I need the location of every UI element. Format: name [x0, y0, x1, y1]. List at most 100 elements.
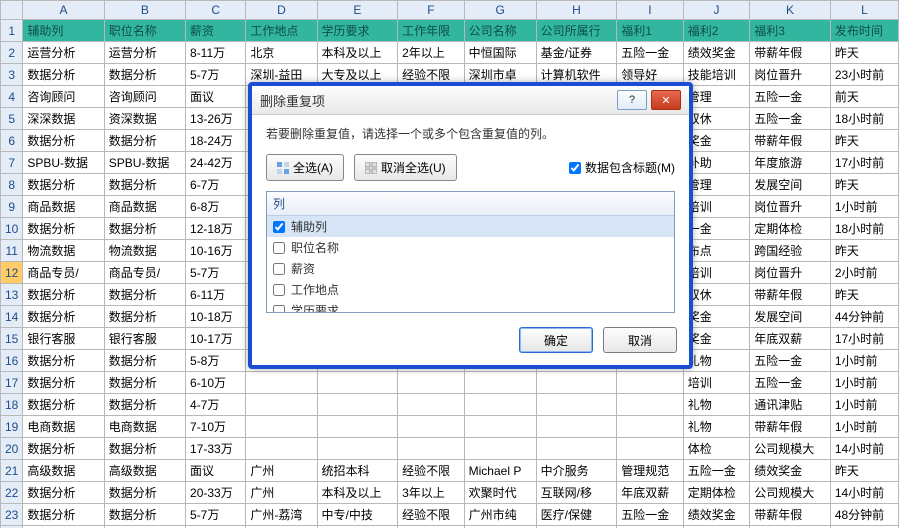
cell[interactable]: 双休	[683, 108, 750, 130]
row-header[interactable]: 1	[1, 20, 23, 42]
cell[interactable]: 绩效奖金	[683, 504, 750, 526]
cell[interactable]: 1小时前	[830, 372, 898, 394]
row-header[interactable]: 18	[1, 394, 23, 416]
cell[interactable]: 1小时前	[830, 416, 898, 438]
cell[interactable]: SPBU-数据	[104, 152, 185, 174]
cell[interactable]: 商品专员/	[23, 262, 104, 284]
cell[interactable]: 岗位晋升	[750, 262, 831, 284]
cell[interactable]: 数据分析	[104, 394, 185, 416]
cell[interactable]: 本科及以上	[317, 482, 398, 504]
cell[interactable]: 数据分析	[104, 64, 185, 86]
column-option-checkbox[interactable]	[273, 263, 285, 275]
data-has-header-input[interactable]	[569, 162, 581, 174]
cell[interactable]: 数据分析	[23, 482, 104, 504]
column-option[interactable]: 工作地点	[267, 279, 674, 300]
cell[interactable]: 昨天	[830, 174, 898, 196]
cell[interactable]: SPBU-数据	[23, 152, 104, 174]
cell[interactable]: 基金/证券	[536, 42, 617, 64]
cell[interactable]: 欢聚时代	[464, 482, 536, 504]
cell[interactable]: 带薪年假	[750, 504, 831, 526]
cell[interactable]: 面议	[186, 86, 246, 108]
cell[interactable]: 银行客服	[23, 328, 104, 350]
help-button[interactable]: ?	[617, 90, 647, 110]
column-header[interactable]: G	[464, 1, 536, 20]
cell[interactable]: 18小时前	[830, 108, 898, 130]
row-header[interactable]: 17	[1, 372, 23, 394]
row-header[interactable]: 15	[1, 328, 23, 350]
cell[interactable]	[398, 416, 465, 438]
cell[interactable]: 奖金	[683, 130, 750, 152]
cell[interactable]: 奖金	[683, 306, 750, 328]
cell[interactable]: 资深数据	[104, 108, 185, 130]
cell[interactable]: 昨天	[830, 42, 898, 64]
row-header[interactable]: 23	[1, 504, 23, 526]
cell[interactable]	[317, 394, 398, 416]
cell[interactable]: 13-26万	[186, 108, 246, 130]
cell[interactable]: 中恒国际	[464, 42, 536, 64]
cell[interactable]	[398, 394, 465, 416]
cell[interactable]: 咨询顾问	[23, 86, 104, 108]
cell[interactable]: 电商数据	[23, 416, 104, 438]
header-cell[interactable]: 工作年限	[398, 20, 465, 42]
cell[interactable]: 10-16万	[186, 240, 246, 262]
row-header[interactable]: 12	[1, 262, 23, 284]
cell[interactable]: 物流数据	[23, 240, 104, 262]
cell[interactable]: 商品专员/	[104, 262, 185, 284]
cell[interactable]	[617, 372, 684, 394]
cell[interactable]: 1小时前	[830, 350, 898, 372]
close-button[interactable]: ✕	[651, 90, 681, 110]
cell[interactable]	[464, 372, 536, 394]
cell[interactable]	[464, 394, 536, 416]
cell[interactable]: 五险一金	[750, 108, 831, 130]
row-header[interactable]: 19	[1, 416, 23, 438]
cell[interactable]	[617, 394, 684, 416]
column-header[interactable]: E	[317, 1, 398, 20]
header-cell[interactable]: 公司所属行	[536, 20, 617, 42]
cell[interactable]	[617, 438, 684, 460]
cell[interactable]: 五险一金	[617, 42, 684, 64]
cell[interactable]: 统招本科	[317, 460, 398, 482]
cell[interactable]: 广州市纯	[464, 504, 536, 526]
cell[interactable]	[464, 416, 536, 438]
cell[interactable]: 6-10万	[186, 372, 246, 394]
cell[interactable]: 发展空间	[750, 174, 831, 196]
row-header[interactable]: 11	[1, 240, 23, 262]
cell[interactable]: 10-17万	[186, 328, 246, 350]
cell[interactable]: 数据分析	[104, 130, 185, 152]
cell[interactable]: 14小时前	[830, 438, 898, 460]
cell[interactable]: 数据分析	[23, 284, 104, 306]
cell[interactable]: 中专/中技	[317, 504, 398, 526]
cell[interactable]: 定期体检	[683, 482, 750, 504]
header-cell[interactable]: 公司名称	[464, 20, 536, 42]
cell[interactable]: 高级数据	[23, 460, 104, 482]
cell[interactable]: 17-33万	[186, 438, 246, 460]
cell[interactable]: 通讯津贴	[750, 394, 831, 416]
columns-listbox[interactable]: 列 辅助列职位名称薪资工作地点学历要求	[266, 191, 675, 313]
header-cell[interactable]: 辅助列	[23, 20, 104, 42]
cell[interactable]: 奖金	[683, 328, 750, 350]
row-header[interactable]: 21	[1, 460, 23, 482]
cell[interactable]: 数据分析	[104, 306, 185, 328]
cell[interactable]: 定期体检	[750, 218, 831, 240]
cell[interactable]: 6-11万	[186, 284, 246, 306]
cell[interactable]: 数据分析	[23, 372, 104, 394]
cell[interactable]: 经验不限	[398, 504, 465, 526]
cell[interactable]	[317, 372, 398, 394]
row-header[interactable]: 20	[1, 438, 23, 460]
cell[interactable]	[398, 438, 465, 460]
cell[interactable]: 互联网/移	[536, 482, 617, 504]
cell[interactable]: 44分钟前	[830, 306, 898, 328]
cell[interactable]: 公司规模大	[750, 482, 831, 504]
cell[interactable]: 发展空间	[750, 306, 831, 328]
cell[interactable]: 数据分析	[104, 482, 185, 504]
cell[interactable]: 高级数据	[104, 460, 185, 482]
cell[interactable]: 数据分析	[104, 438, 185, 460]
cell[interactable]: 双休	[683, 284, 750, 306]
cell[interactable]: 五险一金	[750, 350, 831, 372]
cell[interactable]: 岗位晋升	[750, 64, 831, 86]
cell[interactable]: 年度旅游	[750, 152, 831, 174]
cell[interactable]: 北京	[246, 42, 317, 64]
cell[interactable]: 带薪年假	[750, 284, 831, 306]
cell[interactable]	[617, 416, 684, 438]
header-cell[interactable]: 薪资	[186, 20, 246, 42]
